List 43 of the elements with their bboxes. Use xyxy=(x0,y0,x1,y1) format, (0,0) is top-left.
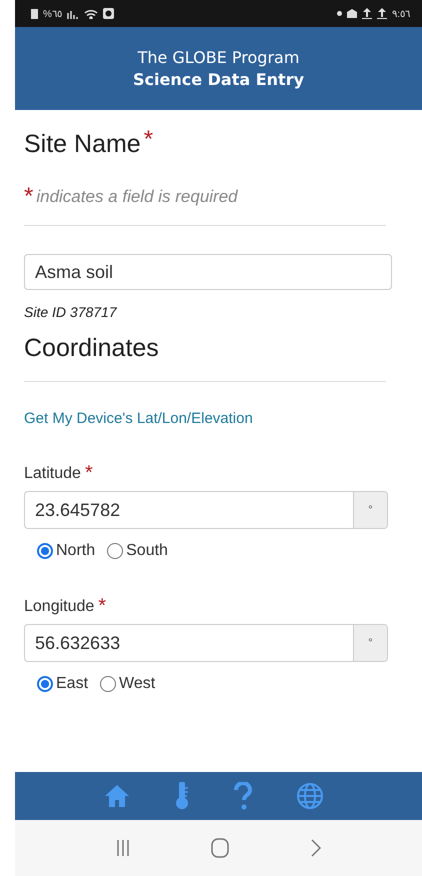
signal-icon xyxy=(66,8,79,18)
radio-icon[interactable] xyxy=(107,543,124,559)
section-heading: Site Name xyxy=(24,130,141,159)
recent-apps-icon[interactable] xyxy=(116,840,130,856)
radio-option[interactable]: East xyxy=(37,675,88,693)
degree-addon: ° xyxy=(353,625,387,661)
required-mark: * xyxy=(24,187,34,207)
battery-icon xyxy=(31,8,38,19)
upload-icon xyxy=(362,8,372,19)
upload-icon xyxy=(377,8,388,19)
dot-icon xyxy=(337,11,342,16)
back-icon[interactable] xyxy=(311,839,322,857)
clock: ٩:٥٦ xyxy=(392,8,410,20)
radio-option[interactable]: North xyxy=(37,542,96,560)
radio-icon[interactable] xyxy=(37,543,53,559)
field-label: Longitude xyxy=(24,598,94,616)
degree-addon: ° xyxy=(353,492,387,528)
required-mark: * xyxy=(84,465,93,481)
coordinate-field[interactable]: 56.632633 ° xyxy=(24,624,388,662)
radio-icon[interactable] xyxy=(100,676,116,692)
required-mark: * xyxy=(98,598,106,614)
header-subtitle: Science Data Entry xyxy=(132,68,304,90)
required-mark: * xyxy=(144,130,154,150)
required-note: indicates a field is required xyxy=(36,187,238,207)
notification-icon xyxy=(347,9,358,18)
home-icon[interactable] xyxy=(104,784,130,808)
coordinate-field[interactable]: 23.645782 ° xyxy=(24,491,388,529)
field-label: Latitude xyxy=(24,465,81,483)
alarm-icon xyxy=(102,8,114,19)
globe-icon[interactable] xyxy=(296,782,324,810)
home-button-icon[interactable] xyxy=(211,838,230,858)
header-title: The GLOBE Program xyxy=(138,46,300,68)
thermometer-icon[interactable] xyxy=(174,782,190,810)
site-name-field[interactable]: Asma soil xyxy=(24,254,392,290)
wifi-icon xyxy=(84,8,98,18)
site-id: Site ID 378717 xyxy=(24,304,118,320)
radio-option[interactable]: South xyxy=(107,542,168,560)
device-location-link[interactable]: Get My Device's Lat/Lon/Elevation xyxy=(24,410,400,427)
radio-option[interactable]: West xyxy=(100,675,156,693)
battery-level: %٦٥ xyxy=(43,8,62,20)
help-icon[interactable] xyxy=(234,782,252,810)
radio-icon[interactable] xyxy=(37,676,53,692)
section-heading: Coordinates xyxy=(24,334,159,363)
